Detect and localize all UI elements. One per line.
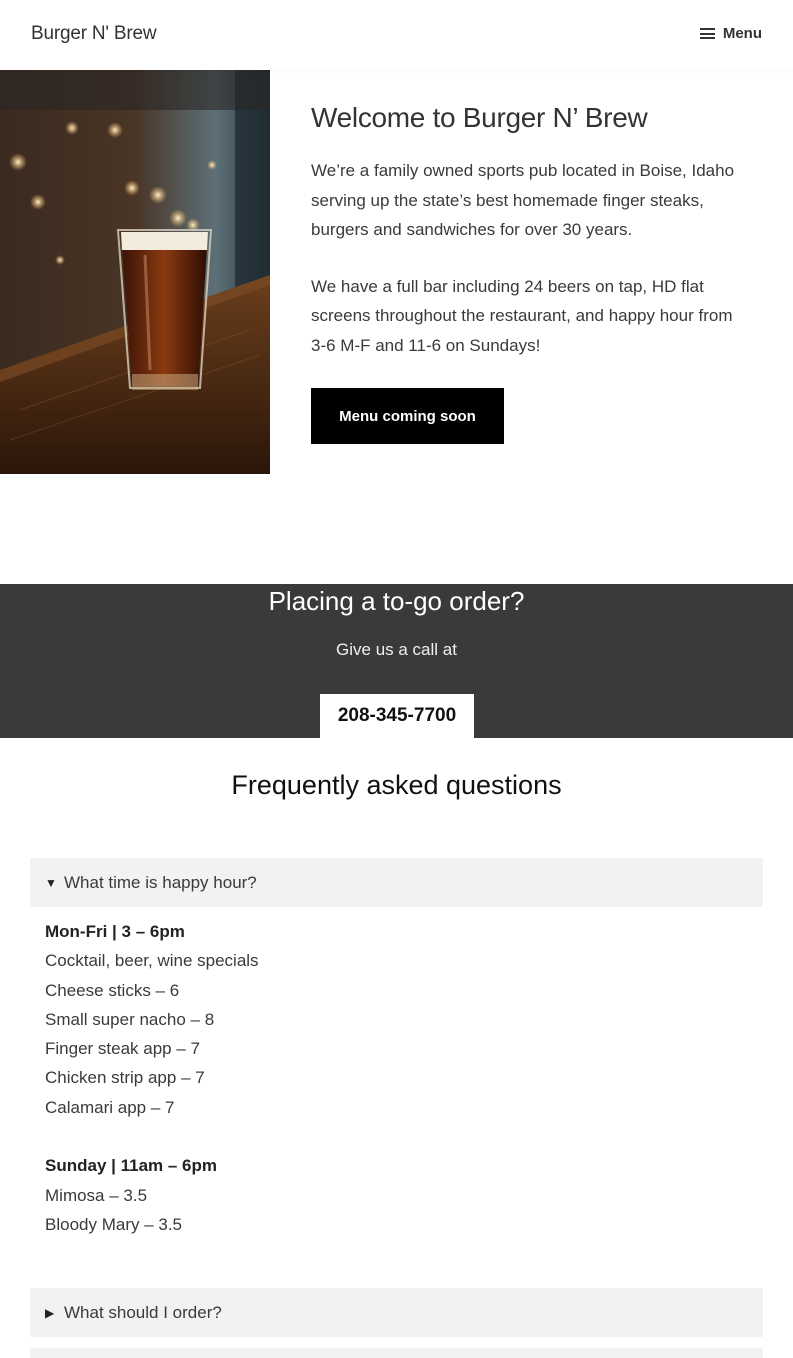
faq-next-item-partial[interactable] — [30, 1348, 763, 1358]
weekday-line: Cheese sticks – 6 — [45, 980, 180, 1000]
hero-beer-image — [0, 70, 270, 474]
welcome-paragraph-2: We have a full bar including 24 beers on… — [311, 276, 733, 355]
weekday-line: Cocktail, beer, wine specials — [45, 951, 259, 971]
weekday-heading: Mon-Fri | 3 – 6pm — [45, 922, 185, 941]
phone-number-button[interactable]: 208-345-7700 — [320, 694, 474, 738]
faq-answer-happy-hour: Mon-Fri | 3 – 6pm Cocktail, beer, wine s… — [45, 917, 745, 1239]
faq-title: Frequently asked questions — [231, 770, 562, 800]
sunday-heading: Sunday | 11am – 6pm — [45, 1156, 218, 1176]
to-go-order-section: Placing a to-go order? Give us a call at… — [0, 584, 793, 738]
to-go-order-subtitle: Give us a call at — [336, 640, 457, 659]
faq-question-label: What time is happy hour? — [64, 872, 257, 892]
weekday-line: Finger steak app – 7 — [45, 1039, 200, 1059]
welcome-paragraph-1: We’re a family owned sports pub located … — [311, 161, 735, 239]
weekday-line: Small super nacho – 8 — [45, 1009, 215, 1029]
menu-coming-soon-button[interactable]: Menu coming soon — [311, 388, 504, 444]
hamburger-icon — [699, 28, 715, 39]
faq-question-label: What should I order? — [64, 1302, 222, 1322]
menu-toggle-label: Menu — [722, 25, 762, 42]
faq-question-what-to-order[interactable]: ▶ What should I order? — [30, 1288, 763, 1337]
caret-down-icon: ▼ — [45, 875, 57, 890]
welcome-title: Welcome to Burger N’ Brew — [311, 102, 648, 133]
faq-question-happy-hour[interactable]: ▼ What time is happy hour? — [30, 858, 763, 907]
welcome-section: Welcome to Burger N’ Brew We’re a family… — [311, 100, 751, 360]
sunday-line: Bloody Mary – 3.5 — [45, 1214, 183, 1234]
caret-right-icon: ▶ — [45, 1305, 55, 1320]
weekday-line: Chicken strip app – 7 — [45, 1068, 205, 1088]
to-go-order-title: Placing a to-go order? — [268, 586, 525, 616]
site-header: Burger N' Brew Menu — [0, 0, 793, 70]
menu-toggle-button[interactable]: Menu — [699, 25, 762, 42]
weekday-line: Calamari app – 7 — [45, 1097, 175, 1117]
sunday-line: Mimosa – 3.5 — [45, 1185, 148, 1205]
site-title[interactable]: Burger N' Brew — [31, 23, 157, 45]
